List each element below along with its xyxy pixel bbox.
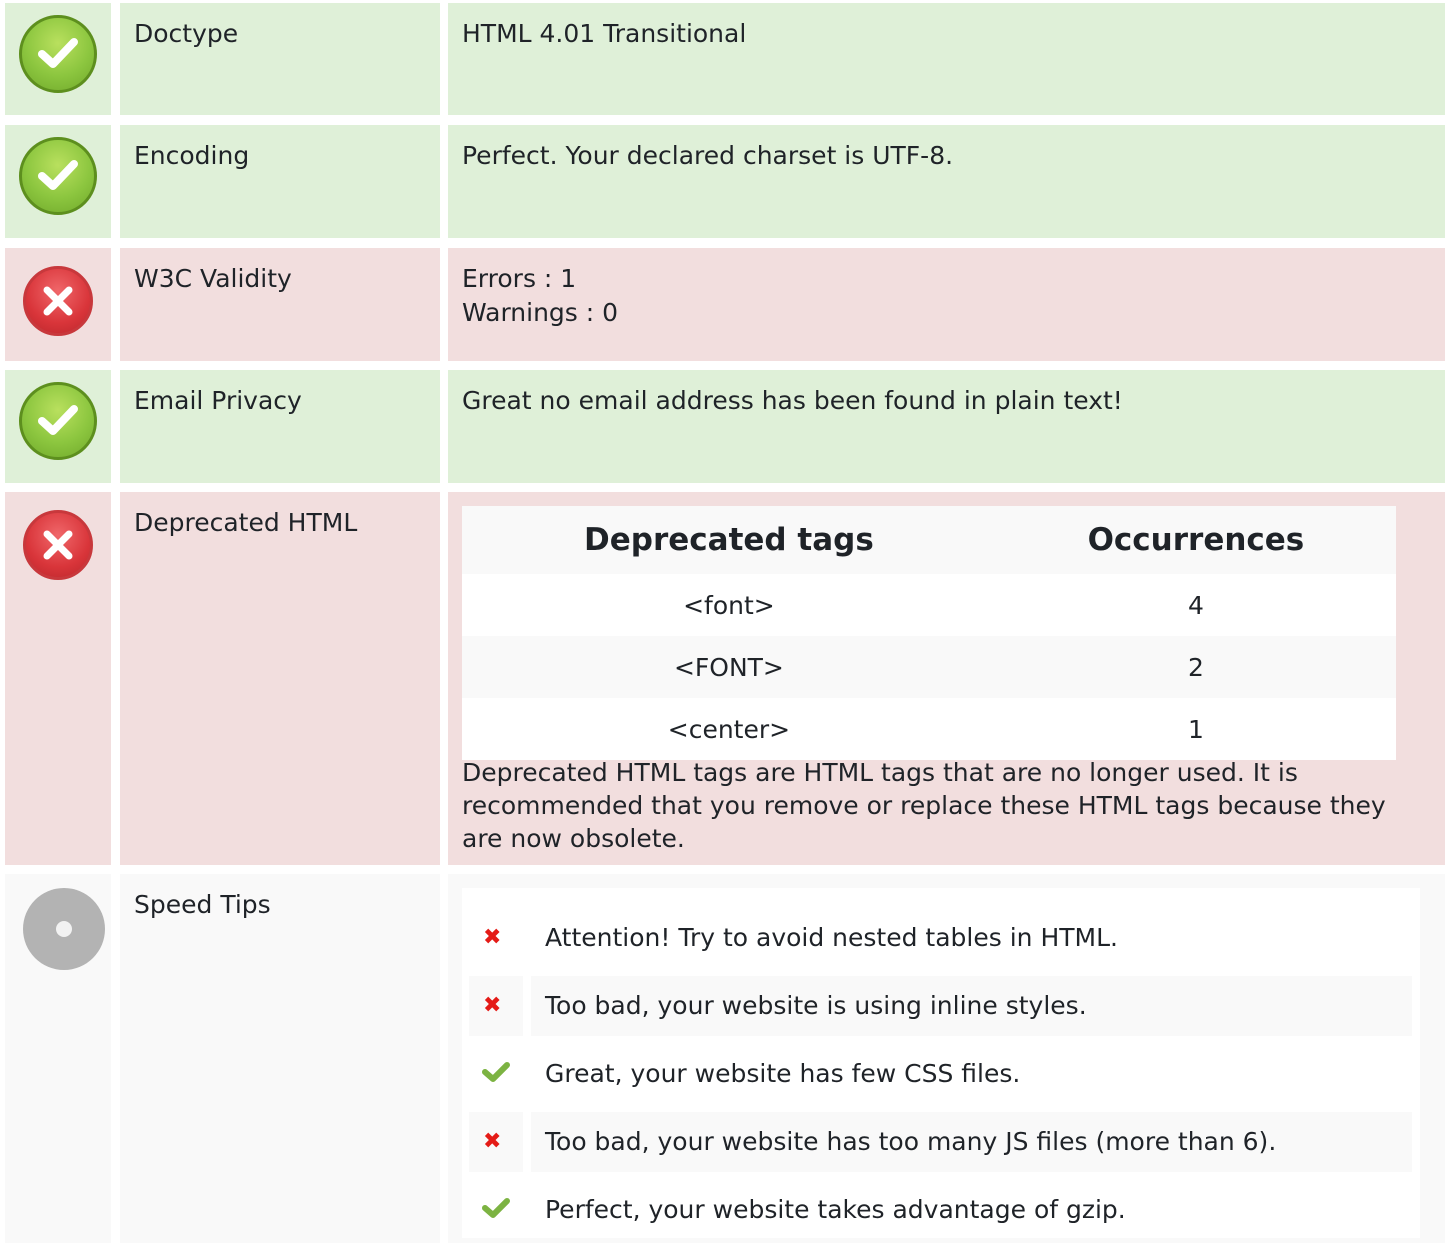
doctype-value: HTML 4.01 Transitional [462, 19, 747, 48]
tip-text: Attention! Try to avoid nested tables in… [545, 923, 1118, 952]
cross-icon: ✖ [483, 925, 502, 950]
list-item: Great, your website has few CSS files. [462, 1044, 1420, 1104]
cross-icon: ✖ [483, 1129, 502, 1154]
encoding-label: Encoding [134, 141, 250, 170]
column-header-occurrences: Occurrences [995, 506, 1396, 574]
email-privacy-value: Great no email address has been found in… [462, 386, 1123, 415]
email-privacy-label: Email Privacy [134, 386, 302, 415]
deprecated-tag: <center> [462, 698, 996, 760]
error-circle-icon [23, 266, 93, 336]
tip-text: Perfect, your website takes advantage of… [545, 1195, 1126, 1224]
deprecated-html-row: Deprecated HTML Deprecated tags Occurren… [0, 492, 1445, 865]
speed-tips-list: ✖ Attention! Try to avoid nested tables … [462, 888, 1420, 1238]
check-circle-icon [19, 382, 97, 460]
w3c-validity-row: W3C Validity Errors : 1 Warnings : 0 [0, 248, 1445, 361]
tip-text: Too bad, your website has too many JS fi… [545, 1127, 1277, 1156]
deprecated-html-note: Deprecated HTML tags are HTML tags that … [462, 758, 1386, 853]
check-icon [482, 1062, 510, 1082]
list-item: ✖ Attention! Try to avoid nested tables … [462, 908, 1420, 968]
email-privacy-row: Email Privacy Great no email address has… [0, 370, 1445, 483]
encoding-value: Perfect. Your declared charset is UTF-8. [462, 141, 954, 170]
check-circle-icon [19, 15, 97, 93]
neutral-circle-icon [23, 888, 105, 970]
w3c-warnings: Warnings : 0 [462, 298, 619, 327]
doctype-label: Doctype [134, 19, 239, 48]
list-item: ✖ Too bad, your website is using inline … [462, 976, 1420, 1036]
tip-text: Great, your website has few CSS files. [545, 1059, 1021, 1088]
speed-tips-row: Speed Tips ✖ Attention! Try to avoid nes… [0, 874, 1445, 1243]
occurrence-count: 4 [995, 574, 1396, 636]
error-circle-icon [23, 510, 93, 580]
cross-icon: ✖ [483, 993, 502, 1018]
table-row: <FONT> 2 [462, 636, 1396, 698]
check-circle-icon [19, 137, 97, 215]
deprecated-tag: <FONT> [462, 636, 996, 698]
column-header-deprecated-tags: Deprecated tags [462, 506, 996, 574]
table-row: <center> 1 [462, 698, 1396, 760]
deprecated-tags-table: Deprecated tags Occurrences <font> 4 <FO… [462, 506, 1396, 760]
w3c-validity-label: W3C Validity [134, 264, 292, 293]
encoding-row: Encoding Perfect. Your declared charset … [0, 125, 1445, 238]
list-item: Perfect, your website takes advantage of… [462, 1180, 1420, 1240]
check-icon [482, 1198, 510, 1218]
list-item: ✖ Too bad, your website has too many JS … [462, 1112, 1420, 1172]
doctype-row: Doctype HTML 4.01 Transitional [0, 3, 1445, 115]
deprecated-tag: <font> [462, 574, 996, 636]
speed-tips-label: Speed Tips [134, 890, 271, 919]
table-row: <font> 4 [462, 574, 1396, 636]
deprecated-html-label: Deprecated HTML [134, 508, 358, 537]
tip-text: Too bad, your website is using inline st… [545, 991, 1087, 1020]
occurrence-count: 1 [995, 698, 1396, 760]
w3c-errors: Errors : 1 [462, 264, 577, 293]
occurrence-count: 2 [995, 636, 1396, 698]
